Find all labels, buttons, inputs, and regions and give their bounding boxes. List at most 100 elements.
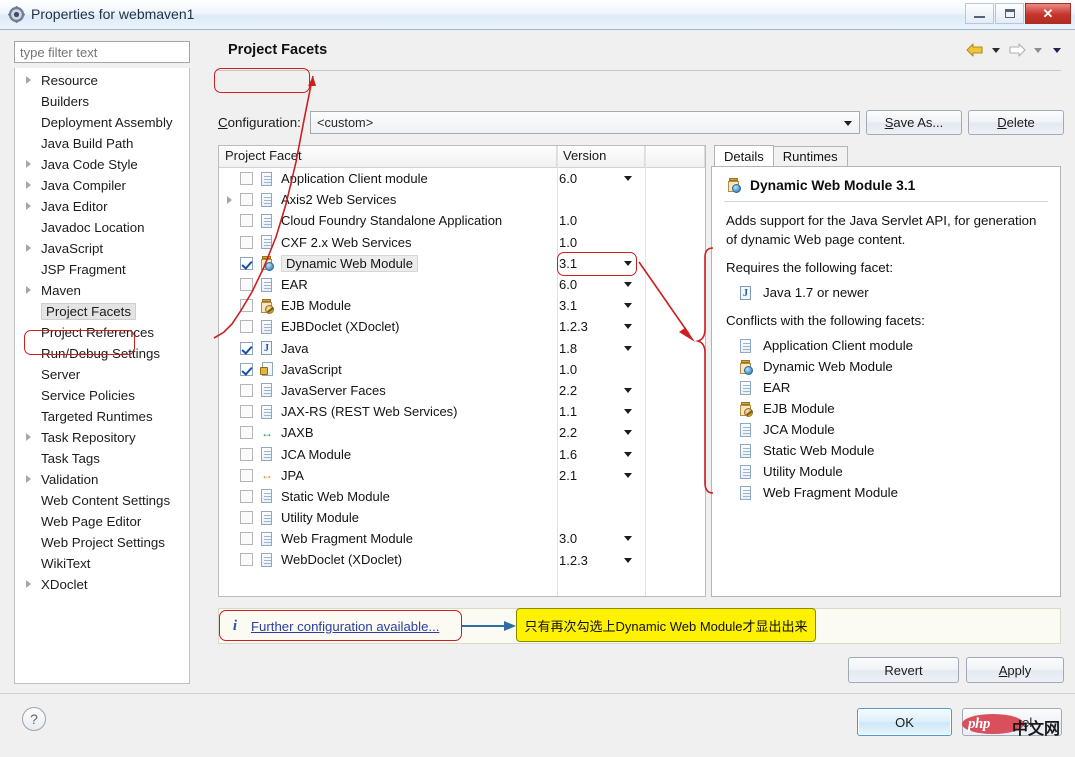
facet-checkbox[interactable] [240, 341, 253, 355]
expand-arrow-icon[interactable] [26, 160, 31, 168]
table-row[interactable]: Application Client module [219, 168, 705, 189]
facet-checkbox[interactable] [240, 193, 253, 207]
save-as-button[interactable]: Save As... [866, 110, 962, 135]
sidebar-item-server[interactable]: Server [15, 364, 189, 385]
close-button[interactable]: ✕ [1025, 3, 1071, 24]
back-menu-caret-icon[interactable] [992, 47, 1000, 53]
view-menu-caret-icon[interactable] [1053, 47, 1061, 53]
facet-checkbox[interactable] [240, 489, 253, 503]
filter-input[interactable] [14, 41, 190, 63]
table-row[interactable]: ↔ JPA [219, 465, 705, 486]
sidebar-item-deployment-assembly[interactable]: Deployment Assembly [15, 112, 189, 133]
expand-arrow-icon[interactable] [26, 433, 31, 441]
facet-checkbox[interactable] [240, 320, 253, 334]
expand-arrow-icon[interactable] [26, 286, 31, 294]
facet-checkbox[interactable] [240, 405, 253, 419]
version-dropdown-caret-icon[interactable] [624, 451, 632, 457]
project-facet-table[interactable]: Project Facet Version Application Client… [218, 145, 706, 597]
table-row[interactable]: EAR [219, 274, 705, 295]
facet-version[interactable]: 1.2.3 [559, 319, 588, 334]
version-dropdown-caret-icon[interactable] [624, 536, 632, 542]
facet-checkbox[interactable] [240, 426, 253, 440]
table-row[interactable]: EJBDoclet (XDoclet) [219, 316, 705, 337]
delete-button[interactable]: Delete [968, 110, 1064, 135]
facet-version[interactable]: 1.8 [559, 341, 577, 356]
version-dropdown-caret-icon[interactable] [624, 409, 632, 415]
sidebar-item-resource[interactable]: Resource [15, 70, 189, 91]
expand-arrow-icon[interactable] [26, 202, 31, 210]
maximize-button[interactable] [995, 3, 1024, 24]
facet-checkbox[interactable] [240, 447, 253, 461]
facet-checkbox[interactable] [240, 278, 253, 292]
facet-checkbox[interactable] [240, 468, 253, 482]
facet-version[interactable]: 2.2 [559, 383, 577, 398]
sidebar-item-javadoc-location[interactable]: Javadoc Location [15, 217, 189, 238]
facet-version[interactable]: 1.0 [559, 213, 577, 228]
version-dropdown-caret-icon[interactable] [624, 303, 632, 309]
facet-version[interactable]: 6.0 [559, 171, 577, 186]
table-row[interactable]: JAX-RS (REST Web Services) [219, 401, 705, 422]
table-row[interactable]: CXF 2.x Web Services [219, 232, 705, 253]
sidebar-item-javascript[interactable]: JavaScript [15, 238, 189, 259]
help-button[interactable]: ? [22, 707, 46, 731]
sidebar-item-java-code-style[interactable]: Java Code Style [15, 154, 189, 175]
table-row[interactable]: EJB Module [219, 295, 705, 316]
facet-checkbox[interactable] [240, 553, 253, 567]
sidebar-item-wikitext[interactable]: WikiText [15, 553, 189, 574]
sidebar-item-builders[interactable]: Builders [15, 91, 189, 112]
facet-checkbox[interactable] [240, 256, 253, 270]
sidebar-item-task-tags[interactable]: Task Tags [15, 448, 189, 469]
sidebar-item-xdoclet[interactable]: XDoclet [15, 574, 189, 595]
facet-checkbox[interactable] [240, 299, 253, 313]
facet-version[interactable]: 1.6 [559, 447, 577, 462]
table-row[interactable]: Axis2 Web Services [219, 189, 705, 210]
version-dropdown-caret-icon[interactable] [624, 557, 632, 563]
back-arrow-icon[interactable] [965, 42, 985, 58]
table-row[interactable]: WebDoclet (XDoclet) [219, 549, 705, 570]
sidebar-item-jsp-fragment[interactable]: JSP Fragment [15, 259, 189, 280]
sidebar-item-web-content-settings[interactable]: Web Content Settings [15, 490, 189, 511]
facet-checkbox[interactable] [240, 532, 253, 546]
version-dropdown-caret-icon[interactable] [624, 324, 632, 330]
sidebar-item-maven[interactable]: Maven [15, 280, 189, 301]
expand-arrow-icon[interactable] [26, 244, 31, 252]
table-row[interactable]: ↔ JAXB [219, 422, 705, 443]
minimize-button[interactable] [965, 3, 994, 24]
version-dropdown-caret-icon[interactable] [624, 282, 632, 287]
tab-details[interactable]: Details [714, 145, 774, 167]
table-row[interactable]: Static Web Module [219, 486, 705, 507]
version-dropdown-caret-icon[interactable] [624, 176, 632, 181]
table-row[interactable]: Web Fragment Module [219, 528, 705, 549]
facet-version[interactable]: 1.0 [559, 235, 577, 250]
expand-arrow-icon[interactable] [26, 475, 31, 483]
table-row[interactable]: JCA Module [219, 443, 705, 464]
facet-version[interactable]: 1.1 [559, 404, 577, 419]
row-expander[interactable] [222, 195, 236, 204]
settings-tree[interactable]: Resource Builders Deployment Assembly Java … [14, 68, 190, 684]
column-header-version[interactable]: Version [557, 146, 645, 167]
ok-button[interactable]: OK [857, 708, 952, 736]
details-tabstrip[interactable]: Details Runtimes [714, 145, 848, 167]
table-row[interactable]: JavaScript [219, 359, 705, 380]
table-row[interactable]: J Java [219, 338, 705, 359]
apply-button[interactable]: Apply [966, 657, 1064, 683]
sidebar-item-java-editor[interactable]: Java Editor [15, 196, 189, 217]
facet-version[interactable]: 2.1 [559, 468, 577, 483]
sidebar-item-project-facets[interactable]: Project Facets [15, 301, 189, 322]
sidebar-item-targeted-runtimes[interactable]: Targeted Runtimes [15, 406, 189, 427]
facet-version[interactable]: 3.1 [559, 298, 577, 313]
version-dropdown-caret-icon[interactable] [624, 430, 632, 436]
expand-arrow-icon[interactable] [26, 181, 31, 189]
column-header-extra[interactable] [645, 146, 705, 167]
facet-checkbox[interactable] [240, 235, 253, 249]
facet-version[interactable]: 1.2.3 [559, 553, 588, 568]
table-row[interactable]: Utility Module [219, 507, 705, 528]
sidebar-item-task-repository[interactable]: Task Repository [15, 427, 189, 448]
sidebar-item-web-project-settings[interactable]: Web Project Settings [15, 532, 189, 553]
version-dropdown-caret-icon[interactable] [624, 345, 632, 351]
facet-checkbox[interactable] [240, 362, 253, 376]
table-row[interactable]: Cloud Foundry Standalone Application [219, 210, 705, 231]
facet-checkbox[interactable] [240, 383, 253, 397]
sidebar-item-web-page-editor[interactable]: Web Page Editor [15, 511, 189, 532]
configuration-select[interactable]: <custom> [310, 111, 860, 134]
